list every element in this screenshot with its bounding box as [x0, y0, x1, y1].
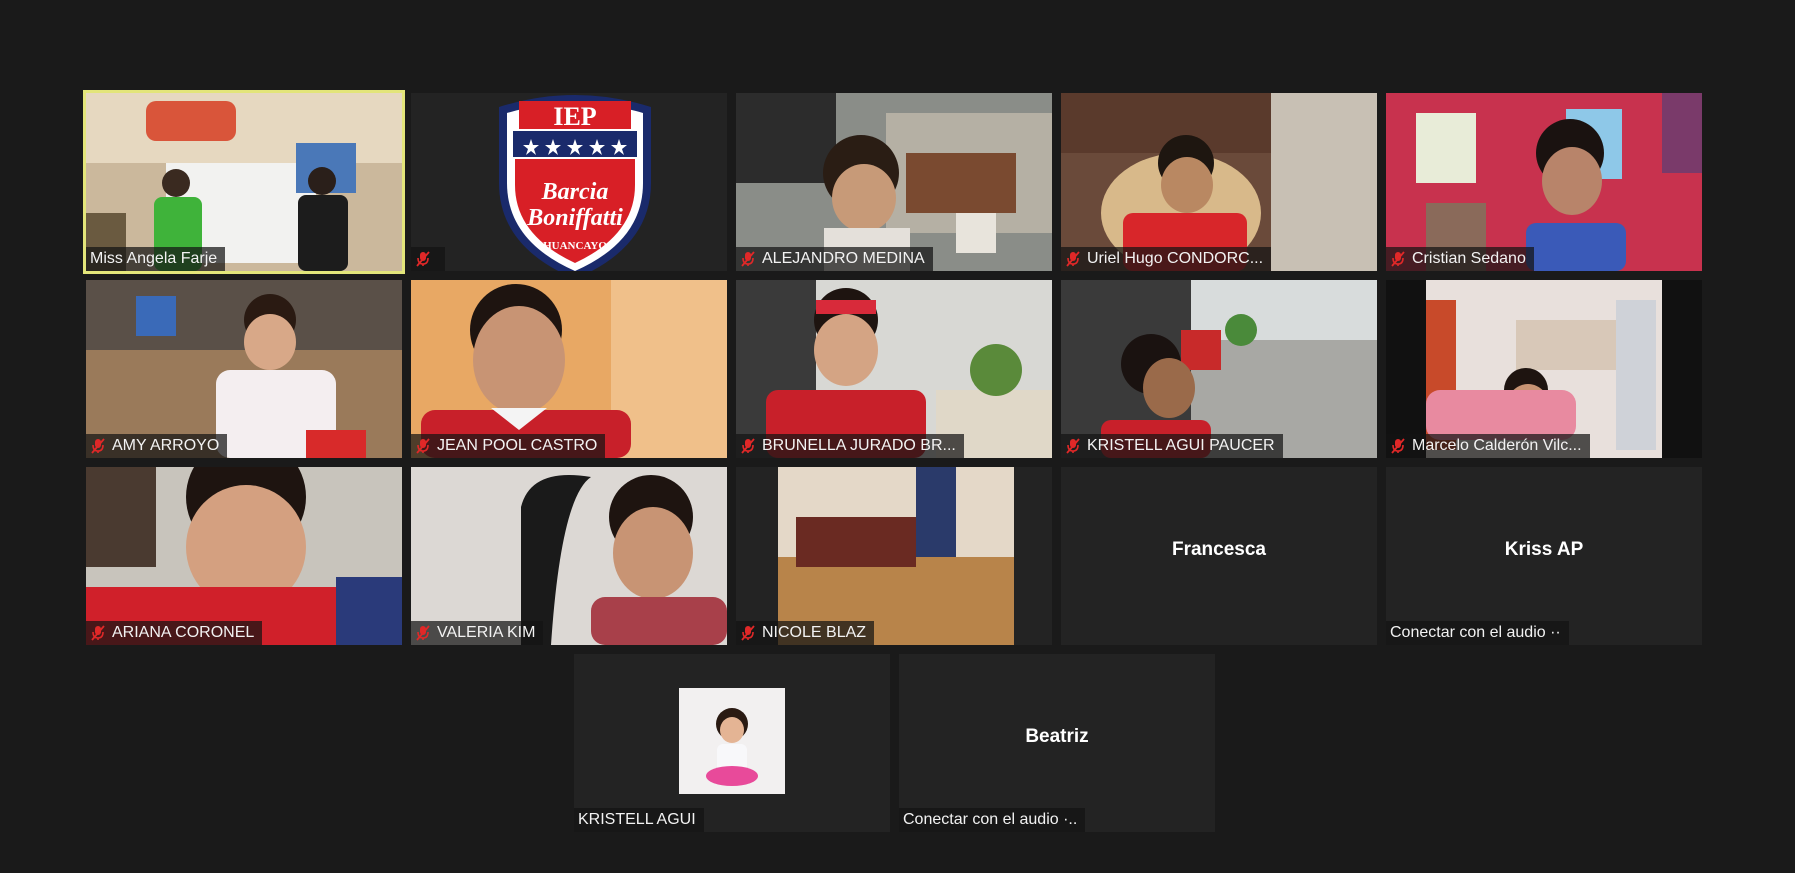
participant-name-plate: [411, 247, 445, 271]
muted-mic-icon: [416, 251, 430, 267]
video-feed: [411, 280, 727, 458]
participant-display-name: Kriss AP: [1504, 539, 1584, 560]
muted-mic-icon: [1391, 251, 1405, 267]
video-feed: [411, 467, 727, 645]
participant-tile[interactable]: Beatriz Conectar con el audio ·..: [899, 654, 1215, 832]
participant-name-plate: Cristian Sedano: [1386, 247, 1534, 271]
participant-display-name: Francesca: [1171, 539, 1266, 560]
participant-name-plate: BRUNELLA JURADO BR...: [736, 434, 964, 458]
crest-line1-text: Barcia: [541, 179, 609, 205]
muted-mic-icon: [741, 625, 755, 641]
school-crest-logo: IEP Barcia Boniffatti HUANCAYO: [499, 95, 651, 271]
participant-tile[interactable]: ALEJANDRO MEDINA: [736, 93, 1052, 271]
video-feed: [86, 280, 402, 458]
muted-mic-icon: [1066, 438, 1080, 454]
participant-name: BRUNELLA JURADO BR...: [762, 437, 956, 454]
crest-line2-text: Boniffatti: [526, 205, 623, 231]
muted-mic-icon: [91, 625, 105, 641]
participant-tile[interactable]: KRISTELL AGUI: [574, 654, 890, 832]
participant-name: Cristian Sedano: [1412, 250, 1526, 267]
video-feed: [86, 93, 402, 271]
video-feed: [1386, 280, 1702, 458]
participant-tile[interactable]: Miss Angela Farje: [83, 90, 405, 274]
participant-name-plate: AMY ARROYO: [86, 434, 228, 458]
video-feed: [736, 280, 1052, 458]
participant-name-plate: KRISTELL AGUI PAUCER: [1061, 434, 1283, 458]
video-feed: [736, 93, 1052, 271]
video-feed: [86, 467, 402, 645]
muted-mic-icon: [416, 438, 430, 454]
participant-tile[interactable]: Cristian Sedano: [1386, 93, 1702, 271]
participant-tile[interactable]: JEAN POOL CASTRO: [411, 280, 727, 458]
participant-name: ALEJANDRO MEDINA: [762, 250, 925, 267]
muted-mic-icon: [1391, 438, 1405, 454]
video-feed: [736, 467, 1052, 645]
muted-mic-icon: [741, 438, 755, 454]
connect-audio-status: Conectar con el audio ·..: [899, 808, 1086, 832]
participant-tile[interactable]: Kriss AP Conectar con el audio ··: [1386, 467, 1702, 645]
participant-name: KRISTELL AGUI: [578, 811, 696, 828]
participant-name: Uriel Hugo CONDORC...: [1087, 250, 1264, 267]
muted-mic-icon: [1066, 251, 1080, 267]
participant-tile[interactable]: NICOLE BLAZ: [736, 467, 1052, 645]
participant-tile[interactable]: KRISTELL AGUI PAUCER: [1061, 280, 1377, 458]
video-feed: [1386, 93, 1702, 271]
participant-name-plate: NICOLE BLAZ: [736, 621, 875, 645]
participant-name: KRISTELL AGUI PAUCER: [1087, 437, 1275, 454]
participant-tile[interactable]: IEP Barcia Boniffatti HUANCAYO: [411, 93, 727, 271]
profile-picture: [679, 688, 785, 794]
participant-name-plate: Miss Angela Farje: [86, 247, 226, 271]
participant-name-plate: Uriel Hugo CONDORC...: [1061, 247, 1272, 271]
participant-name-plate: KRISTELL AGUI: [574, 808, 704, 832]
participant-name: JEAN POOL CASTRO: [437, 437, 598, 454]
participant-tile[interactable]: AMY ARROYO: [86, 280, 402, 458]
muted-mic-icon: [416, 625, 430, 641]
connect-audio-text: Conectar con el audio ·..: [903, 811, 1078, 828]
participant-name: VALERIA KIM: [437, 624, 536, 641]
participant-name-plate: JEAN POOL CASTRO: [411, 434, 606, 458]
crest-city-text: HUANCAYO: [543, 240, 607, 252]
meeting-gallery: Miss Angela Farje IEP Barcia Boniffatti …: [0, 0, 1795, 873]
participant-name-plate: ARIANA CORONEL: [86, 621, 263, 645]
video-feed: [1061, 93, 1377, 271]
participant-tile[interactable]: Uriel Hugo CONDORC...: [1061, 93, 1377, 271]
connect-audio-text: Conectar con el audio ··: [1390, 624, 1561, 641]
participant-name-plate: Marcelo Calderón Vilc...: [1386, 434, 1590, 458]
participant-tile[interactable]: BRUNELLA JURADO BR...: [736, 280, 1052, 458]
participant-name: Miss Angela Farje: [90, 250, 218, 267]
participant-name: AMY ARROYO: [112, 437, 220, 454]
connect-audio-status: Conectar con el audio ··: [1386, 621, 1569, 645]
participant-name: NICOLE BLAZ: [762, 624, 867, 641]
muted-mic-icon: [91, 438, 105, 454]
participant-display-name: Beatriz: [1025, 726, 1089, 747]
participant-tile[interactable]: Marcelo Calderón Vilc...: [1386, 280, 1702, 458]
crest-top-text: IEP: [553, 102, 596, 131]
participant-tile[interactable]: Francesca: [1061, 467, 1377, 645]
participant-name: Marcelo Calderón Vilc...: [1412, 437, 1582, 454]
participant-name: ARIANA CORONEL: [112, 624, 255, 641]
participant-tile[interactable]: ARIANA CORONEL: [86, 467, 402, 645]
participant-name-plate: VALERIA KIM: [411, 621, 544, 645]
muted-mic-icon: [741, 251, 755, 267]
participant-tile[interactable]: VALERIA KIM: [411, 467, 727, 645]
video-feed: [1061, 280, 1377, 458]
participant-name-plate: ALEJANDRO MEDINA: [736, 247, 933, 271]
